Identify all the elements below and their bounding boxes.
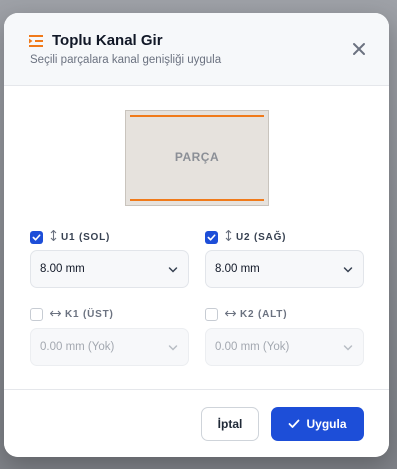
u2-label-text: U2 (SAĞ): [236, 231, 287, 243]
horizontal-arrows-icon: [224, 309, 237, 320]
u1-select-value: 8.00 mm: [40, 263, 85, 275]
k2-label-text: K2 (ALT): [240, 308, 288, 320]
k1-label-text: K1 (ÜST): [65, 308, 114, 320]
k1-select-value: 0.00 mm (Yok): [40, 341, 115, 353]
cancel-button[interactable]: İptal: [201, 407, 259, 441]
u1-field-label: U1 (SOL): [30, 229, 111, 244]
apply-button-label: Uygula: [306, 417, 347, 431]
k2-checkbox[interactable]: [205, 307, 218, 321]
chevron-down-icon: [168, 265, 178, 278]
part-preview-label: PARÇA: [174, 150, 220, 164]
chevron-down-icon: [343, 265, 353, 278]
k1-field-label: K1 (ÜST): [30, 307, 114, 321]
k1-checkbox[interactable]: [30, 307, 43, 321]
u1-label-text: U1 (SOL): [61, 231, 111, 243]
list-indent-icon: [28, 33, 44, 49]
vertical-arrows-icon: [225, 229, 232, 244]
u2-checkbox[interactable]: [205, 230, 218, 244]
dialog-subtitle: Seçili parçalara kanal genişliği uygula: [30, 54, 222, 66]
u2-field-label: U2 (SAĞ): [205, 229, 287, 244]
k2-select[interactable]: 0.00 mm (Yok): [205, 328, 364, 366]
edge-line-bottom: [130, 199, 264, 201]
k2-field-label: K2 (ALT): [205, 307, 287, 321]
part-preview: PARÇA: [125, 110, 269, 206]
close-icon[interactable]: [351, 41, 367, 57]
vertical-arrows-icon: [50, 229, 57, 244]
edge-line-top: [130, 115, 264, 117]
dialog-header: Toplu Kanal Gir Seçili parçalara kanal g…: [4, 13, 389, 86]
u1-checkbox[interactable]: [30, 230, 43, 244]
u2-select-value: 8.00 mm: [215, 263, 260, 275]
apply-button[interactable]: Uygula: [271, 407, 364, 441]
dialog-title: Toplu Kanal Gir: [52, 32, 163, 49]
u2-select[interactable]: 8.00 mm: [205, 250, 364, 288]
u1-select[interactable]: 8.00 mm: [30, 250, 189, 288]
horizontal-arrows-icon: [49, 309, 62, 320]
chevron-down-icon: [168, 343, 178, 356]
chevron-down-icon: [343, 343, 353, 356]
check-icon: [289, 419, 300, 428]
bulk-edge-dialog: Toplu Kanal Gir Seçili parçalara kanal g…: [4, 13, 389, 457]
k2-select-value: 0.00 mm (Yok): [215, 341, 290, 353]
dialog-footer: İptal Uygula: [4, 389, 389, 457]
k1-select[interactable]: 0.00 mm (Yok): [30, 328, 189, 366]
